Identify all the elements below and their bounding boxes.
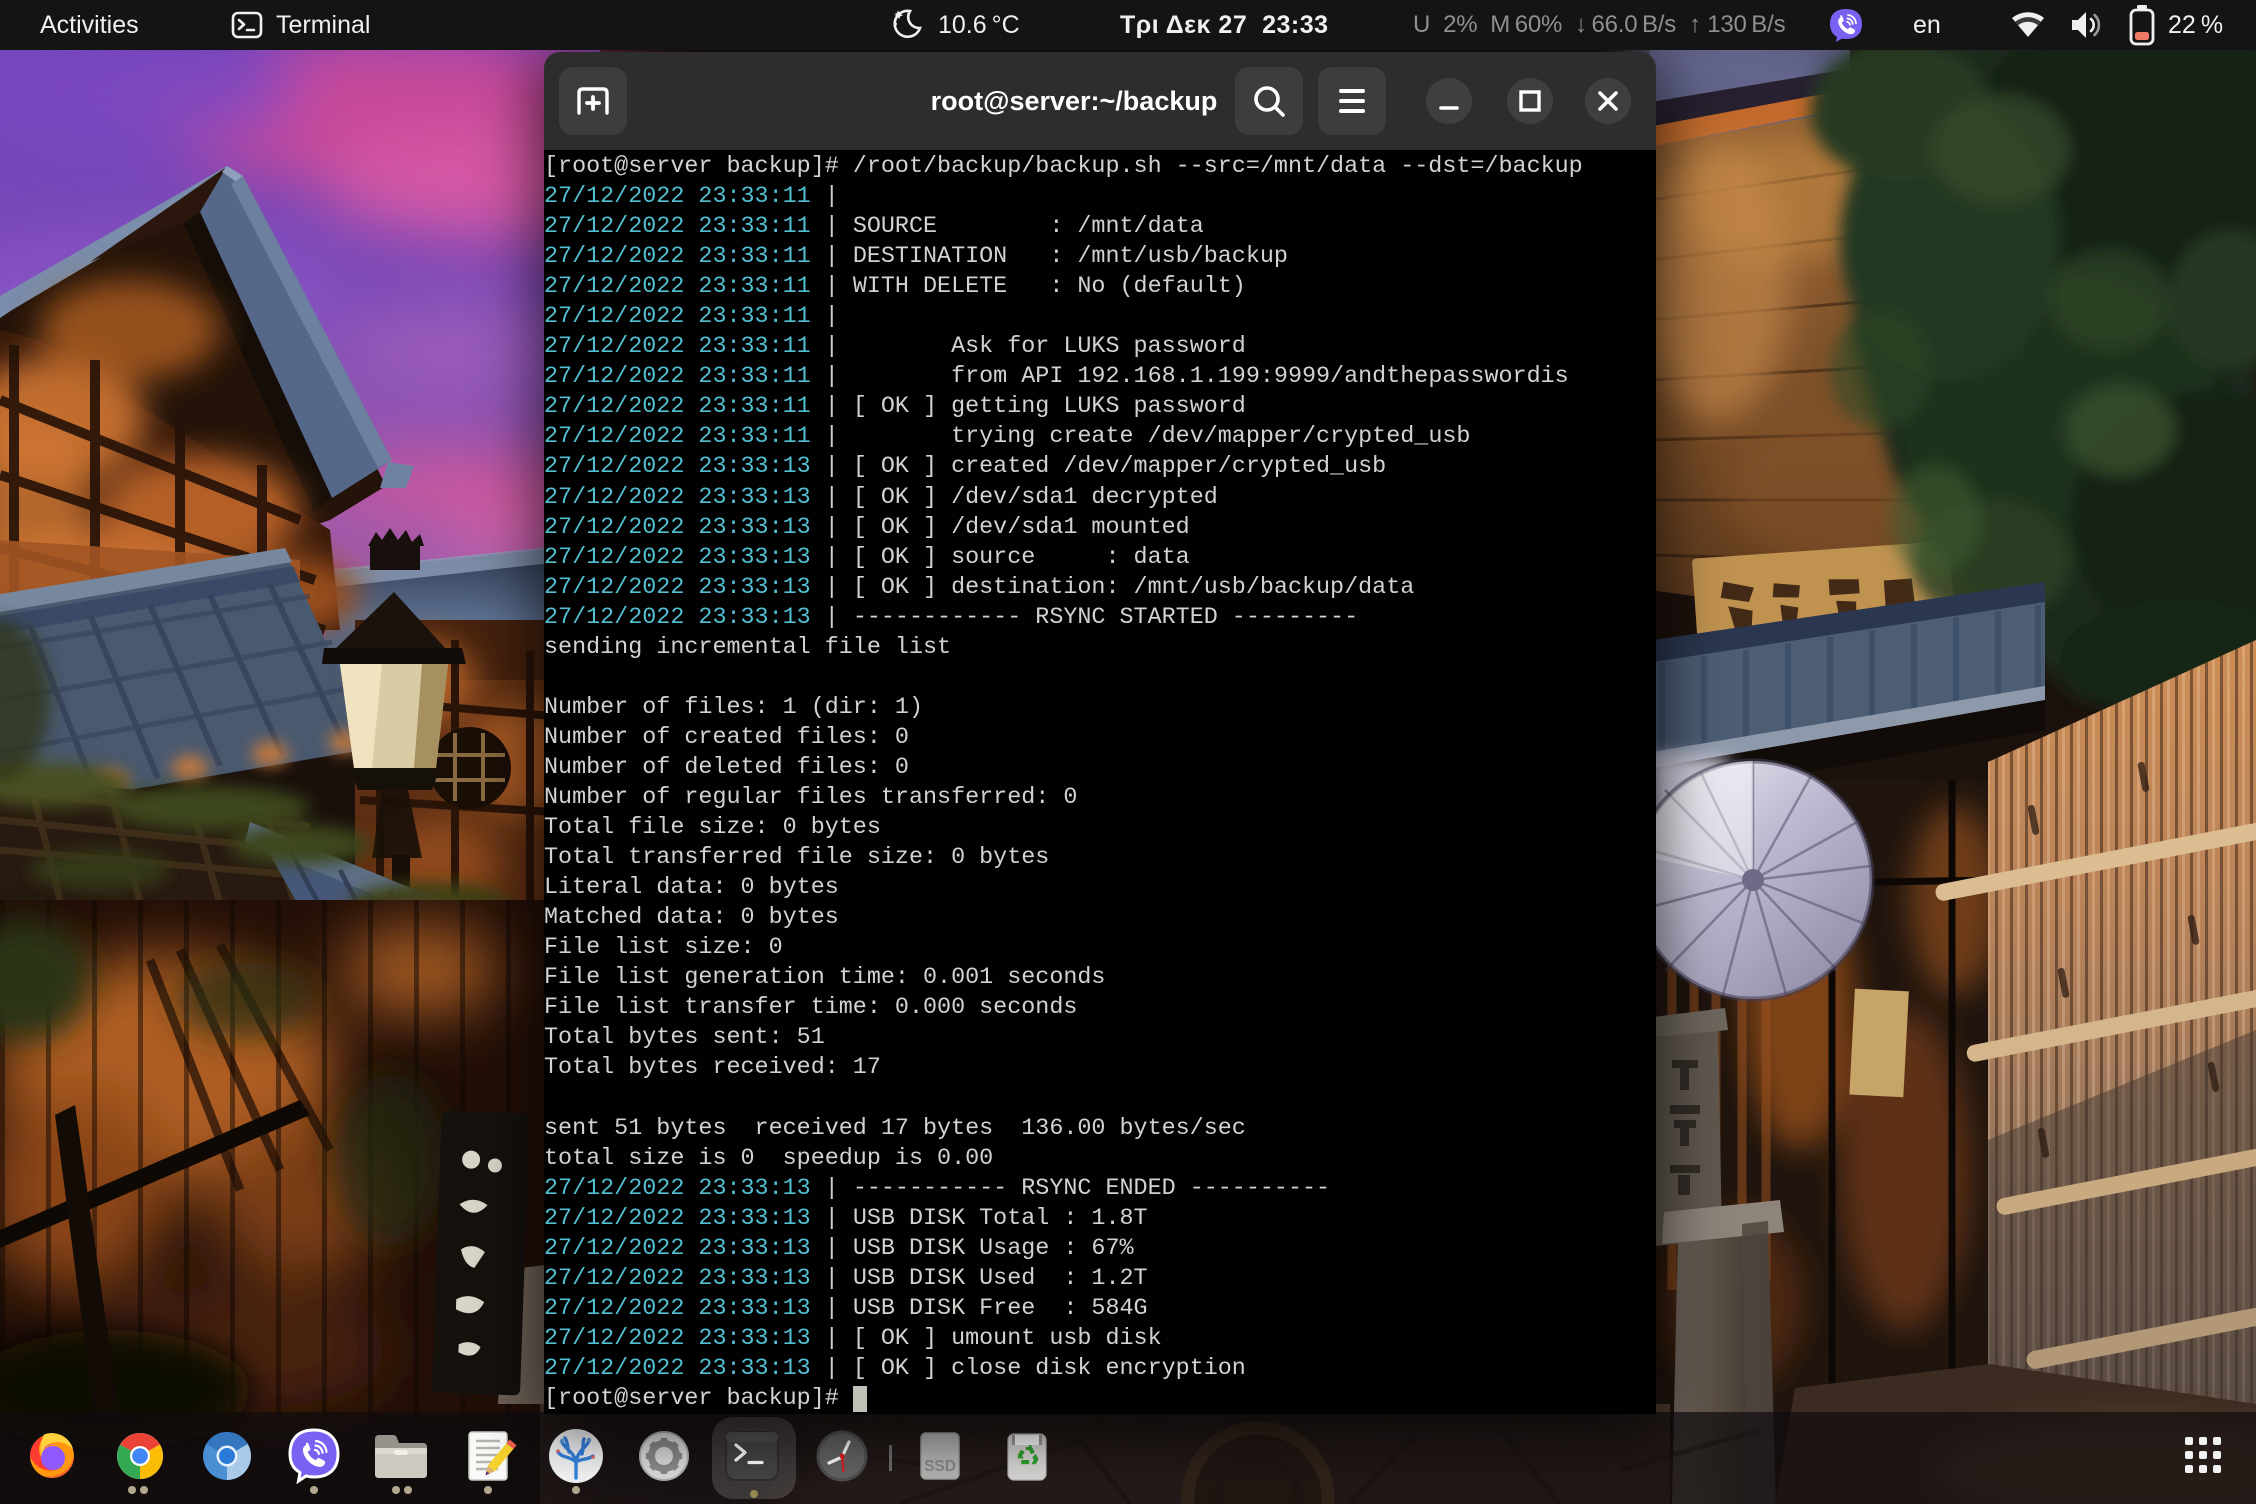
svg-text:SSD: SSD [924, 1458, 956, 1475]
